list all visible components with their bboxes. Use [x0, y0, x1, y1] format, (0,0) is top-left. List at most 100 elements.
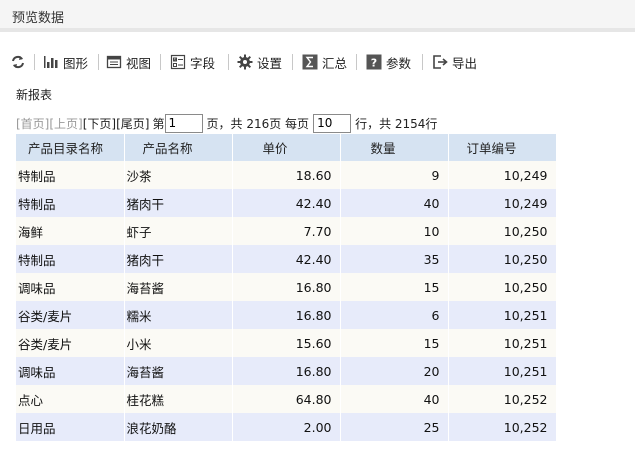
- table-row[interactable]: 日用品 浪花奶酪 2.00 25 10,252: [16, 413, 557, 441]
- cell-quantity: 9: [340, 161, 449, 189]
- cell-product: 小米: [124, 329, 233, 357]
- cell-order-id: 10,251: [448, 357, 557, 385]
- cell-product: 海苔酱: [124, 273, 233, 301]
- cell-category: 调味品: [16, 357, 125, 385]
- cell-unit-price: 42.40: [232, 189, 341, 217]
- chart-button-label: 图形: [63, 55, 89, 71]
- pagination-bar: [首页] [上页] [下页] [尾页] 第 页，共 216页 每页 行，共 21…: [16, 113, 437, 133]
- cell-product: 虾子: [124, 217, 233, 245]
- column-header-order-id[interactable]: 订单编号: [448, 134, 557, 161]
- page-size-input[interactable]: [313, 113, 352, 133]
- cell-quantity: 35: [340, 245, 449, 273]
- cell-order-id: 10,249: [448, 161, 557, 189]
- summary-button-label: 汇总: [322, 55, 348, 71]
- column-header-quantity[interactable]: 数量: [340, 134, 449, 161]
- cell-quantity: 40: [340, 189, 449, 217]
- fields-button-label: 字段: [190, 55, 216, 71]
- params-button[interactable]: ? 参数: [366, 52, 411, 72]
- column-header-category[interactable]: 产品目录名称: [16, 134, 125, 161]
- cell-category: 特制品: [16, 189, 125, 217]
- table-row[interactable]: 调味品 海苔酱 16.80 15 10,250: [16, 273, 557, 301]
- page-info-label: 页，共 216页 每页: [206, 116, 310, 131]
- bar-chart-icon: [44, 56, 58, 68]
- toolbar-separator: [228, 54, 229, 70]
- window-titlebar: 预览数据: [0, 0, 635, 32]
- cell-unit-price: 2.00: [232, 413, 341, 441]
- sigma-icon: [302, 54, 318, 70]
- cell-unit-price: 18.60: [232, 161, 341, 189]
- cell-order-id: 10,251: [448, 301, 557, 329]
- cell-unit-price: 16.80: [232, 357, 341, 385]
- svg-text:?: ?: [371, 57, 377, 70]
- rows-info-label: 行，共 2154行: [355, 116, 438, 131]
- cell-unit-price: 15.60: [232, 329, 341, 357]
- toolbar-separator: [422, 54, 423, 70]
- cell-category: 点心: [16, 385, 125, 413]
- cell-order-id: 10,249: [448, 189, 557, 217]
- cell-unit-price: 7.70: [232, 217, 341, 245]
- table-row[interactable]: 点心 桂花糕 64.80 40 10,252: [16, 385, 557, 413]
- fields-icon: [170, 54, 186, 70]
- cell-order-id: 10,252: [448, 413, 557, 441]
- cell-unit-price: 16.80: [232, 273, 341, 301]
- table-row[interactable]: 调味品 海苔酱 16.80 20 10,251: [16, 357, 557, 385]
- cell-product: 浪花奶酪: [124, 413, 233, 441]
- data-table: 产品目录名称 产品名称 单价 数量 订单编号 特制品 沙茶 18.60 9 10,249…: [16, 134, 557, 441]
- cell-quantity: 10: [340, 217, 449, 245]
- cell-category: 日用品: [16, 413, 125, 441]
- refresh-button[interactable]: [10, 52, 26, 72]
- cell-quantity: 25: [340, 413, 449, 441]
- cell-unit-price: 16.80: [232, 301, 341, 329]
- cell-product: 沙茶: [124, 161, 233, 189]
- cell-unit-price: 42.40: [232, 245, 341, 273]
- report-title: 新报表: [16, 88, 53, 102]
- chart-button[interactable]: 图形: [43, 52, 88, 72]
- table-body: 特制品 沙茶 18.60 9 10,249 特制品 猪肉干 42.40 40 10,249 海鲜 虾子…: [16, 161, 557, 441]
- export-icon: [433, 55, 448, 69]
- cell-product: 桂花糕: [124, 385, 233, 413]
- cell-product: 海苔酱: [124, 357, 233, 385]
- column-header-product[interactable]: 产品名称: [124, 134, 233, 161]
- cell-order-id: 10,250: [448, 217, 557, 245]
- view-button[interactable]: 视图: [106, 52, 151, 72]
- table-row[interactable]: 海鲜 虾子 7.70 10 10,250: [16, 217, 557, 245]
- gear-icon: [237, 54, 253, 70]
- settings-button[interactable]: 设置: [237, 52, 282, 72]
- toolbar-separator: [356, 54, 357, 70]
- export-button[interactable]: 导出: [432, 52, 477, 72]
- cell-quantity: 15: [340, 329, 449, 357]
- table-header-row: 产品目录名称 产品名称 单价 数量 订单编号: [16, 134, 557, 161]
- next-page-link[interactable]: [下页]: [83, 115, 116, 132]
- first-page-link[interactable]: [首页]: [16, 115, 49, 132]
- summary-button[interactable]: 汇总: [302, 52, 347, 72]
- table-row[interactable]: 特制品 猪肉干 42.40 35 10,250: [16, 245, 557, 273]
- cell-category: 调味品: [16, 273, 125, 301]
- column-header-unit-price[interactable]: 单价: [232, 134, 341, 161]
- cell-quantity: 15: [340, 273, 449, 301]
- current-page-input[interactable]: [164, 113, 203, 133]
- window-title: 预览数据: [12, 11, 65, 26]
- settings-button-label: 设置: [257, 55, 283, 71]
- cell-product: 糯米: [124, 301, 233, 329]
- cell-order-id: 10,250: [448, 245, 557, 273]
- cell-category: 谷类/麦片: [16, 329, 125, 357]
- cell-order-id: 10,251: [448, 329, 557, 357]
- view-table-icon: [106, 55, 122, 69]
- cell-category: 谷类/麦片: [16, 301, 125, 329]
- cell-order-id: 10,252: [448, 385, 557, 413]
- prev-page-link[interactable]: [上页]: [49, 115, 82, 132]
- toolbar: 图形 视图 字段 设置 汇总 ? 参数 导出: [0, 48, 635, 76]
- table-row[interactable]: 特制品 猪肉干 42.40 40 10,249: [16, 189, 557, 217]
- table-row[interactable]: 特制品 沙茶 18.60 9 10,249: [16, 161, 557, 189]
- cell-category: 特制品: [16, 161, 125, 189]
- table-row[interactable]: 谷类/麦片 糯米 16.80 6 10,251: [16, 301, 557, 329]
- fields-button[interactable]: 字段: [170, 52, 215, 72]
- cell-product: 猪肉干: [124, 245, 233, 273]
- params-button-label: 参数: [386, 55, 412, 71]
- cell-quantity: 20: [340, 357, 449, 385]
- last-page-link[interactable]: [尾页]: [116, 115, 149, 132]
- toolbar-separator: [292, 54, 293, 70]
- cell-product: 猪肉干: [124, 189, 233, 217]
- toolbar-separator: [98, 54, 99, 70]
- table-row[interactable]: 谷类/麦片 小米 15.60 15 10,251: [16, 329, 557, 357]
